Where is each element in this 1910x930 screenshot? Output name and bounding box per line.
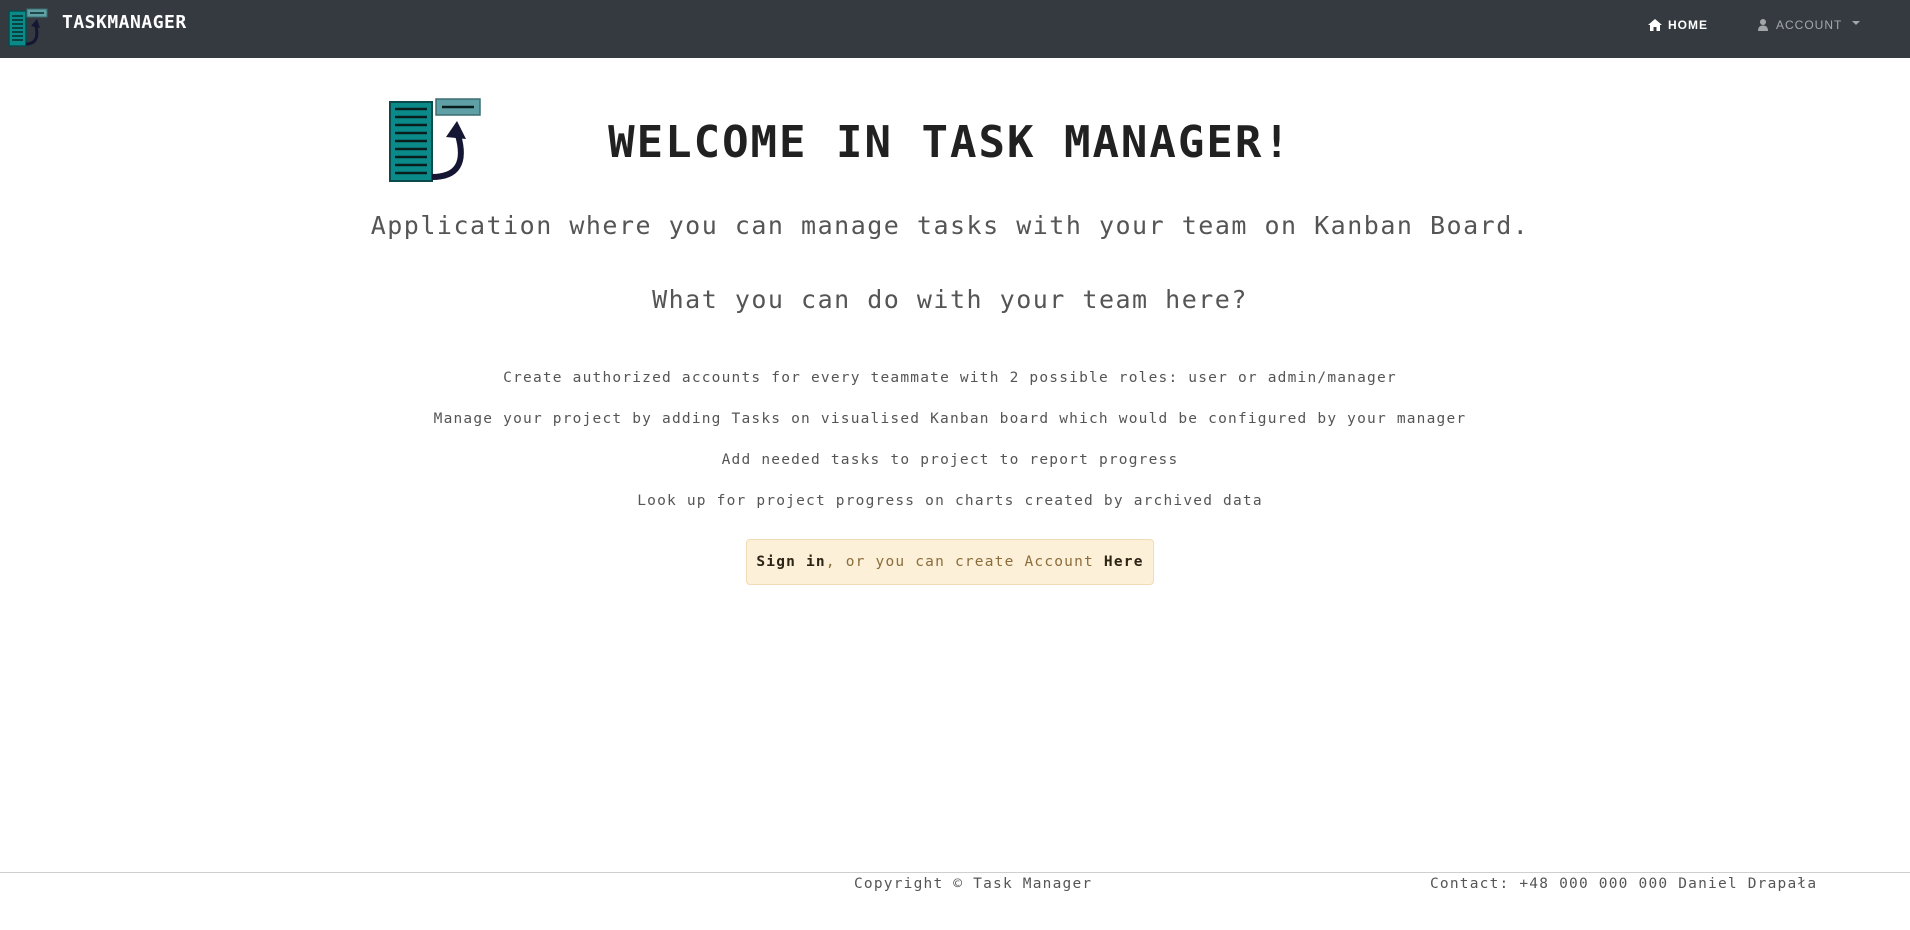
home-icon (1648, 19, 1662, 31)
nav-account-label: ACCOUNT (1776, 18, 1843, 32)
signin-alert: Sign in, or you can create Account Here (746, 539, 1154, 585)
nav-home-label: HOME (1668, 18, 1708, 32)
feature-item: Create authorized accounts for every tea… (503, 370, 1397, 386)
nav-home-link[interactable]: HOME (1648, 18, 1708, 32)
chevron-down-icon (1852, 21, 1861, 25)
page-title: WELCOME IN TASK MANAGER! (608, 117, 1292, 168)
create-account-link[interactable]: Here (1104, 554, 1144, 570)
feature-item: Manage your project by adding Tasks on v… (433, 411, 1467, 427)
brand-name: TASKMANAGER (62, 11, 187, 33)
footer-divider (0, 872, 1910, 873)
user-icon (1758, 19, 1768, 31)
features-heading: What you can do with your team here? (652, 285, 1248, 314)
brand[interactable]: TASKMANAGER (8, 8, 187, 48)
footer-contact: Contact: +48 000 000 000 Daniel Drapała (1430, 876, 1818, 892)
feature-item: Look up for project progress on charts c… (637, 493, 1263, 509)
signin-alert-text: , or you can create Account (825, 554, 1104, 570)
top-navbar: TASKMANAGER HOME ACCOUNT (0, 0, 1910, 58)
footer-copyright: Copyright © Task Manager (854, 876, 1093, 892)
taskmanager-logo-icon (8, 8, 48, 47)
nav-account-dropdown[interactable]: ACCOUNT (1758, 18, 1861, 32)
feature-item: Add needed tasks to project to report pr… (721, 452, 1179, 468)
sign-in-link[interactable]: Sign in (756, 554, 826, 570)
page-subtitle: Application where you can manage tasks w… (370, 211, 1530, 240)
